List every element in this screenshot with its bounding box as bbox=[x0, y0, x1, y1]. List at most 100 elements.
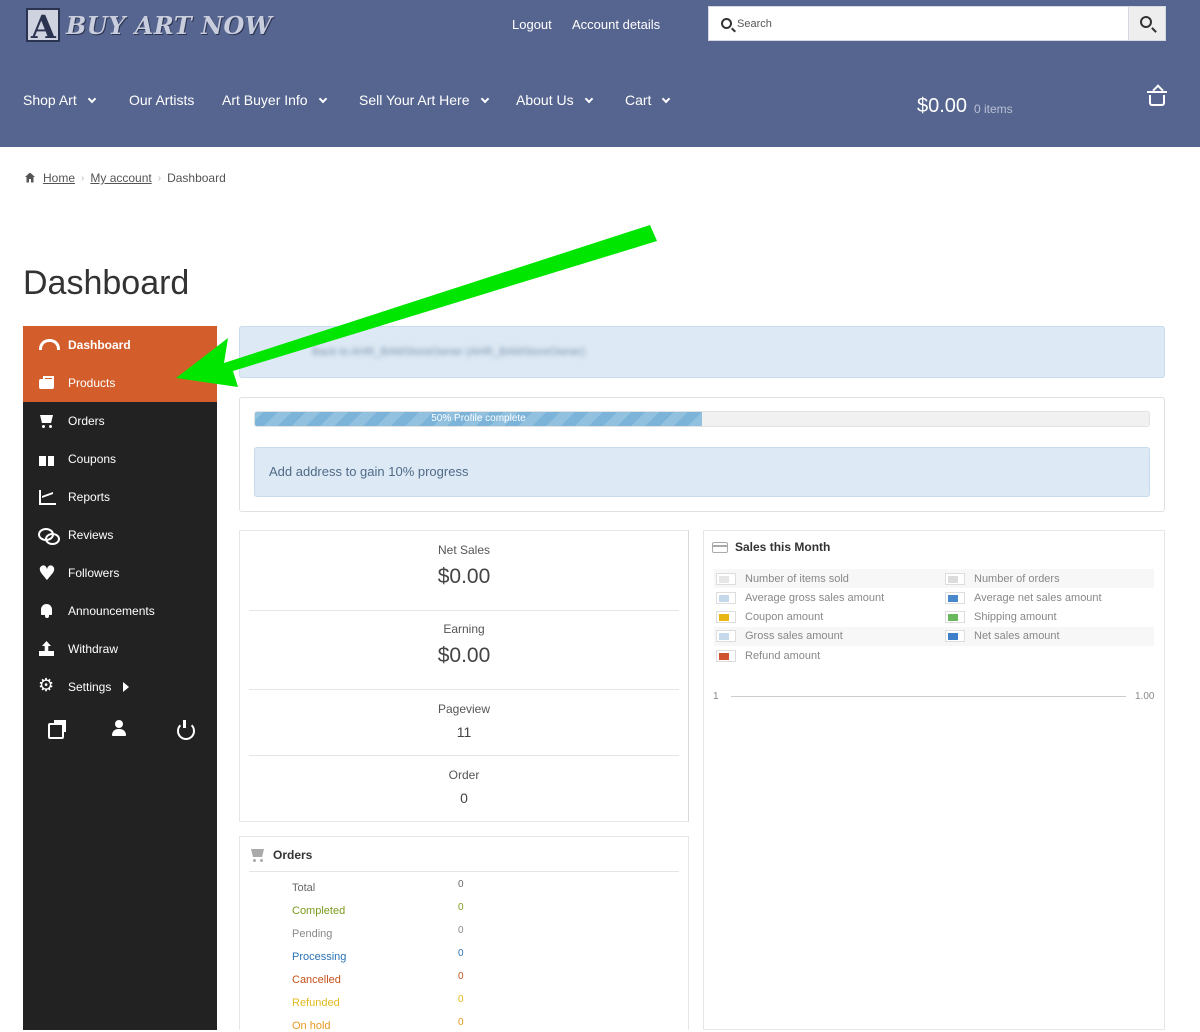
sales-month-heading: Sales this Month bbox=[712, 540, 830, 554]
dashboard-sidebar: Dashboard Products Orders Coupons Report… bbox=[23, 326, 217, 1030]
legend-label: Net sales amount bbox=[974, 630, 1060, 643]
sidebar-item-dashboard[interactable]: Dashboard bbox=[23, 326, 217, 364]
order-status-label[interactable]: On hold bbox=[292, 1020, 331, 1032]
order-status-label[interactable]: Completed bbox=[292, 905, 345, 917]
order-status-count: 0 bbox=[458, 994, 464, 1005]
legend-item[interactable]: Net sales amount bbox=[945, 627, 1060, 646]
cart-count[interactable]: 0 items bbox=[974, 102, 1013, 116]
legend-item[interactable]: Gross sales amount bbox=[716, 627, 843, 646]
cart-icon bbox=[249, 847, 267, 863]
order-status-label[interactable]: Pending bbox=[292, 928, 332, 940]
legend-swatch bbox=[945, 611, 965, 624]
sidebar-item-orders[interactable]: Orders bbox=[23, 402, 217, 440]
logo-text: BUY ART NOW bbox=[66, 10, 273, 40]
nav-cart[interactable]: Cart bbox=[625, 92, 671, 108]
order-value: 0 bbox=[460, 790, 468, 806]
chevron-down-icon bbox=[87, 94, 96, 104]
orders-divider bbox=[249, 871, 679, 872]
legend-item[interactable]: Number of orders bbox=[945, 569, 1060, 588]
heart-icon bbox=[38, 561, 56, 585]
sidebar-item-settings[interactable]: Settings bbox=[23, 668, 217, 706]
nav-shop-art[interactable]: Shop Art bbox=[23, 92, 96, 108]
legend-item[interactable]: Coupon amount bbox=[716, 608, 823, 627]
profile-progress-bar: 50% Profile complete bbox=[254, 411, 1150, 427]
breadcrumb-my-account[interactable]: My account bbox=[90, 171, 151, 185]
search-box bbox=[708, 6, 1166, 41]
pageview-stat: Pageview 11 bbox=[249, 702, 679, 756]
account-details-link[interactable]: Account details bbox=[572, 17, 660, 32]
legend-swatch bbox=[945, 572, 965, 585]
nav-about-us[interactable]: About Us bbox=[516, 92, 593, 108]
sidebar-item-label: Dashboard bbox=[68, 338, 131, 352]
nav-art-buyer-info[interactable]: Art Buyer Info bbox=[222, 92, 327, 108]
search-icon bbox=[721, 18, 732, 29]
legend-swatch bbox=[945, 591, 965, 604]
nav-our-artists[interactable]: Our Artists bbox=[129, 92, 194, 108]
power-icon[interactable] bbox=[176, 720, 195, 740]
orders-title: Orders bbox=[273, 848, 313, 862]
profile-progress-hint: Add address to gain 10% progress bbox=[254, 447, 1150, 497]
chevron-down-icon bbox=[584, 94, 593, 104]
order-status-count: 0 bbox=[458, 1017, 464, 1028]
sidebar-item-reports[interactable]: Reports bbox=[23, 478, 217, 516]
legend-label: Coupon amount bbox=[745, 611, 824, 624]
sidebar-item-products[interactable]: Products bbox=[23, 364, 217, 402]
order-status-label[interactable]: Processing bbox=[292, 951, 346, 963]
search-button[interactable] bbox=[1128, 7, 1165, 40]
search-submit-icon bbox=[1140, 16, 1152, 28]
breadcrumb-home[interactable]: Home bbox=[43, 171, 75, 185]
breadcrumb-separator: › bbox=[157, 172, 162, 184]
legend-label: Average net sales amount bbox=[974, 591, 1102, 604]
user-icon[interactable] bbox=[111, 720, 127, 736]
chart-icon bbox=[38, 489, 56, 505]
comments-icon bbox=[38, 527, 60, 545]
chevron-down-icon bbox=[318, 94, 327, 104]
site-logo[interactable]: BUY ART NOW bbox=[26, 7, 273, 46]
external-link-icon[interactable] bbox=[48, 720, 66, 739]
nav-sell-your-art[interactable]: Sell Your Art Here bbox=[359, 92, 489, 108]
order-status-count: 0 bbox=[458, 925, 464, 936]
profile-progress-panel: 50% Profile complete Add address to gain… bbox=[239, 397, 1165, 512]
sidebar-item-label: Reports bbox=[68, 490, 111, 504]
chevron-down-icon bbox=[480, 94, 489, 104]
pageview-label: Pageview bbox=[437, 702, 491, 716]
legend-item[interactable]: Shipping amount bbox=[945, 608, 1057, 627]
order-status-label[interactable]: Cancelled bbox=[292, 974, 341, 986]
bell-icon bbox=[38, 603, 56, 619]
net-sales-value: $0.00 bbox=[437, 565, 491, 588]
sidebar-item-label: Withdraw bbox=[68, 642, 119, 656]
profile-progress-label: 50% Profile complete bbox=[431, 413, 526, 424]
order-status-count: 0 bbox=[458, 971, 464, 982]
legend-item[interactable]: Number of items sold bbox=[716, 569, 849, 588]
gift-icon bbox=[38, 451, 56, 467]
sidebar-item-coupons[interactable]: Coupons bbox=[23, 440, 217, 478]
nav-label: Our Artists bbox=[129, 92, 195, 108]
sidebar-item-announcements[interactable]: Announcements bbox=[23, 592, 217, 630]
legend-item[interactable]: Average gross sales amount bbox=[716, 588, 884, 607]
legend-label: Shipping amount bbox=[974, 611, 1057, 624]
legend-label: Number of items sold bbox=[745, 572, 849, 585]
nav-label: Shop Art bbox=[23, 92, 77, 108]
cart-total[interactable]: $0.00 bbox=[917, 95, 967, 118]
legend-swatch bbox=[716, 591, 736, 604]
upload-icon bbox=[38, 641, 56, 657]
legend-item[interactable]: Average net sales amount bbox=[945, 588, 1102, 607]
logout-link[interactable]: Logout bbox=[512, 17, 552, 32]
cart-icon bbox=[38, 413, 56, 429]
breadcrumb: Home › My account › Dashboard bbox=[23, 171, 226, 185]
search-input[interactable] bbox=[737, 15, 1127, 33]
basket-icon[interactable] bbox=[1147, 91, 1167, 106]
sidebar-item-label: Announcements bbox=[68, 604, 155, 618]
nav-label: About Us bbox=[516, 92, 574, 108]
order-status-label[interactable]: Refunded bbox=[292, 997, 340, 1009]
sidebar-item-withdraw[interactable]: Withdraw bbox=[23, 630, 217, 668]
sidebar-item-reviews[interactable]: Reviews bbox=[23, 516, 217, 554]
sidebar-item-label: Coupons bbox=[68, 452, 117, 466]
notice-text[interactable]: Back to AHR_BAMStoreOwner (AHR_BAMStoreO… bbox=[312, 346, 585, 358]
nav-label: Cart bbox=[625, 92, 652, 108]
order-status-label[interactable]: Total bbox=[292, 882, 315, 894]
logo-mark-icon bbox=[26, 8, 60, 46]
sidebar-item-followers[interactable]: Followers bbox=[23, 554, 217, 592]
gear-icon bbox=[38, 675, 56, 696]
legend-item[interactable]: Refund amount bbox=[716, 646, 820, 665]
